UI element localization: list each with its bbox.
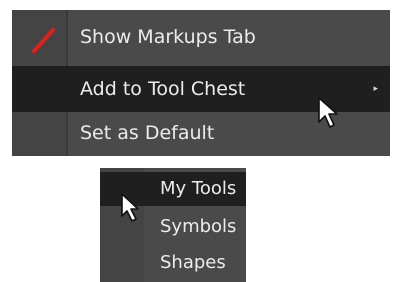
menu-item-label: Add to Tool Chest (80, 78, 246, 100)
context-menu: Show Markups Tab Add to Tool Chest ▸ Set… (12, 10, 390, 156)
submenu-item-label: My Tools (160, 178, 237, 199)
menu-item-show-markups-tab[interactable]: Show Markups Tab (12, 14, 390, 60)
submenu-item-label: Symbols (160, 216, 237, 237)
mouse-cursor-icon (121, 193, 139, 222)
mouse-cursor-icon (318, 97, 338, 128)
submenu-arrow-icon: ▸ (373, 84, 378, 94)
submenu-item-label: Shapes (160, 252, 226, 273)
menu-item-label: Set as Default (80, 122, 215, 144)
submenu-item-shapes[interactable]: Shapes (100, 246, 246, 280)
menu-item-label: Show Markups Tab (80, 26, 256, 48)
red-pen-icon (32, 28, 55, 53)
